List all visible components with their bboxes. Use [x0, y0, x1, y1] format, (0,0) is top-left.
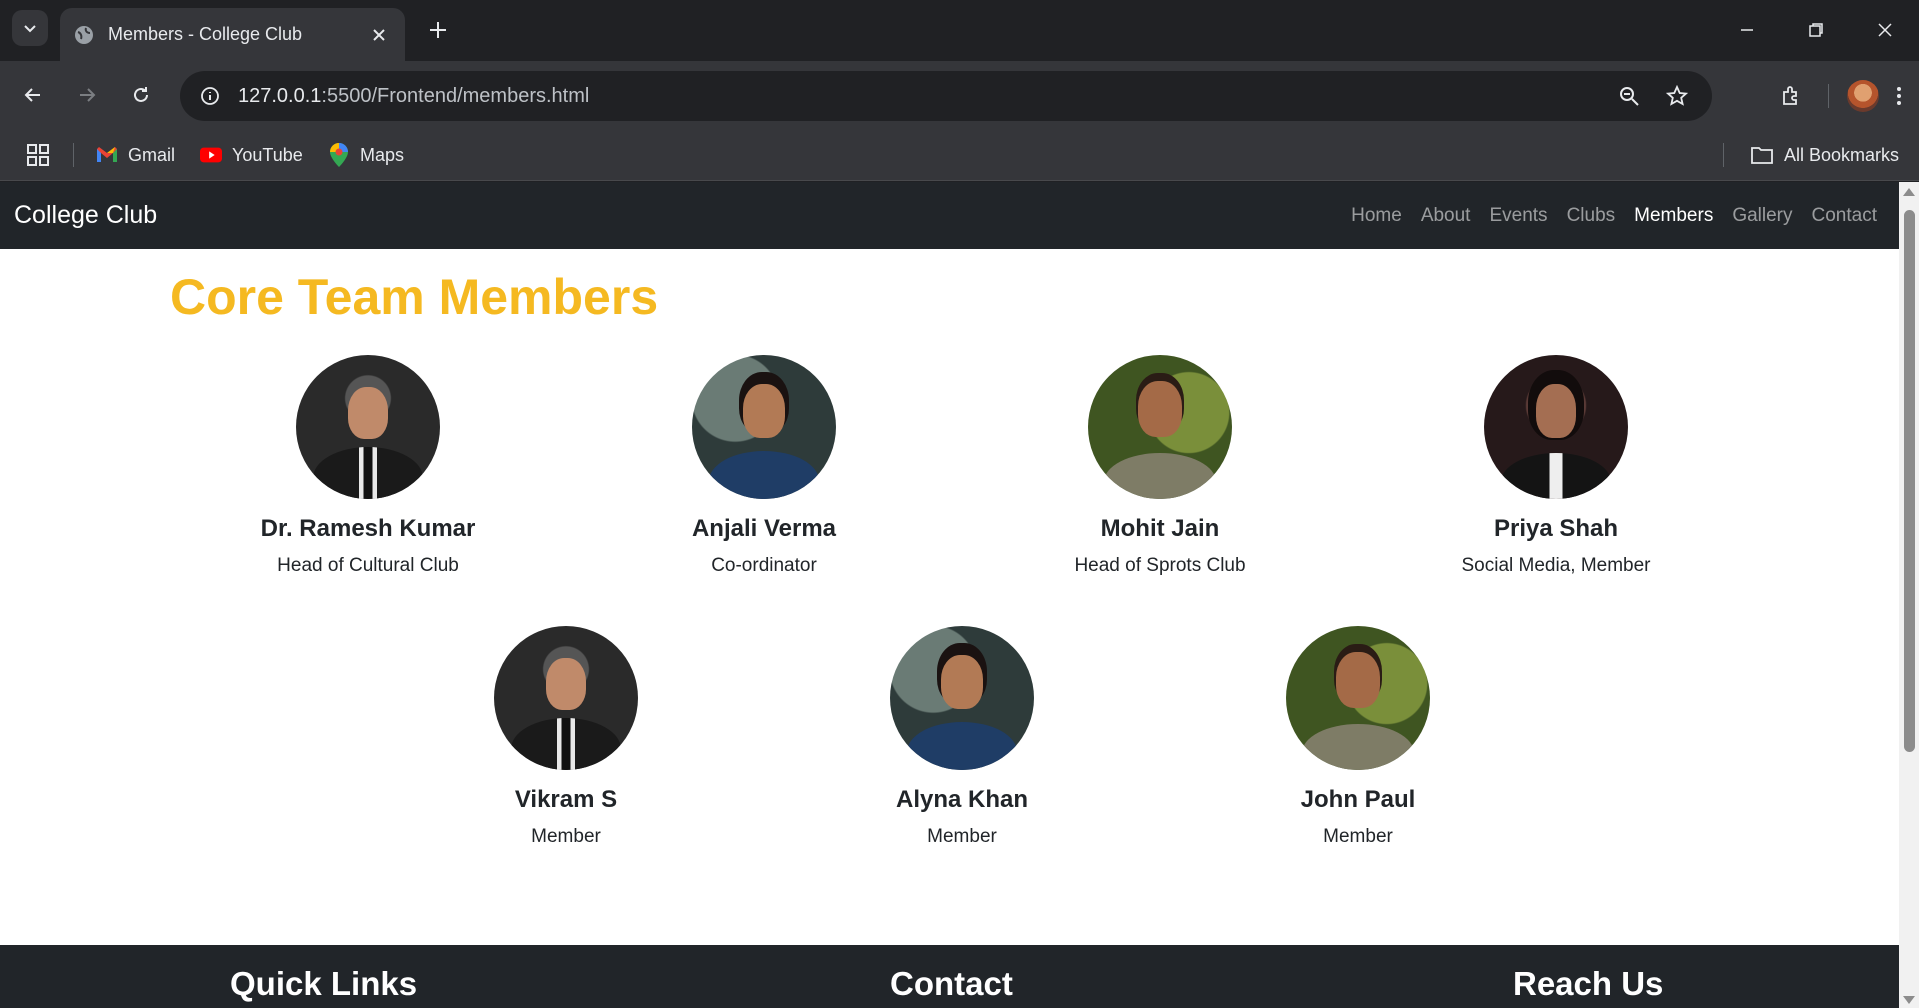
member-card: Alyna Khan Member [764, 626, 1160, 848]
member-name: Alyna Khan [895, 786, 1029, 813]
scroll-up-arrow-icon[interactable] [1903, 188, 1915, 196]
restore-icon [1808, 23, 1823, 37]
gmail-icon [96, 144, 118, 166]
browser-menu-button[interactable] [1887, 79, 1911, 113]
reload-button[interactable] [124, 78, 158, 112]
url-text[interactable]: 127.0.0.1:5500/Frontend/members.html [238, 85, 1612, 108]
nav-link-members[interactable]: Members [1634, 205, 1713, 227]
member-name: Dr. Ramesh Kumar [260, 515, 476, 542]
browser-toolbar: 127.0.0.1:5500/Frontend/members.html [0, 61, 1919, 129]
extensions-button[interactable] [1775, 79, 1809, 113]
globe-icon [75, 25, 93, 44]
member-card: Priya Shah Social Media, Member [1358, 355, 1754, 577]
member-role: Member [927, 826, 997, 847]
member-name: Anjali Verma [691, 515, 837, 542]
member-name: Vikram S [514, 786, 618, 813]
star-icon [1666, 85, 1688, 106]
youtube-icon [200, 144, 222, 166]
nav-link-home[interactable]: Home [1351, 205, 1402, 227]
member-photo [1088, 355, 1232, 499]
nav-link-events[interactable]: Events [1489, 205, 1547, 227]
member-role: Co-ordinator [711, 555, 817, 576]
bookmarks-separator [73, 143, 74, 167]
profile-avatar[interactable] [1847, 80, 1879, 112]
footer-heading-contact: Contact [890, 965, 1013, 1002]
back-button[interactable] [16, 78, 50, 112]
apps-grid-icon[interactable] [26, 143, 50, 167]
site-footer: Quick Links Contact Reach Us [0, 945, 1899, 1008]
nav-links: Home About Events Clubs Members Gallery … [1351, 182, 1877, 249]
member-photo [890, 626, 1034, 770]
reload-icon [134, 87, 148, 102]
all-bookmarks-button[interactable]: All Bookmarks [1750, 129, 1899, 181]
member-name: John Paul [1300, 786, 1416, 813]
member-role: Social Media, Member [1461, 555, 1651, 576]
browser-tab-active[interactable]: Members - College Club [60, 8, 405, 61]
member-card: Vikram S Member [368, 626, 764, 848]
minimize-button[interactable] [1712, 0, 1781, 60]
scrollbar-thumb[interactable] [1904, 210, 1915, 752]
close-window-button[interactable] [1850, 0, 1919, 60]
tab-search-button[interactable] [12, 10, 48, 46]
scroll-down-arrow-icon[interactable] [1903, 996, 1915, 1004]
bookmark-gmail[interactable]: Gmail [96, 129, 175, 181]
bookmarks-bar: Gmail YouTube Maps All Bookmarks [0, 129, 1919, 181]
back-arrow-icon [24, 88, 40, 102]
member-name: Mohit Jain [1100, 515, 1220, 542]
member-photo [296, 355, 440, 499]
address-bar[interactable]: 127.0.0.1:5500/Frontend/members.html [180, 71, 1712, 121]
footer-heading-quick-links: Quick Links [230, 965, 418, 1002]
page-viewport: College Club Home About Events Clubs Mem… [0, 182, 1919, 1008]
toolbar-separator [1828, 84, 1829, 108]
restore-button[interactable] [1781, 0, 1850, 60]
section-title: Core Team Members [170, 269, 659, 325]
plus-icon [430, 22, 446, 38]
forward-arrow-icon [80, 88, 96, 102]
close-tab-button[interactable] [367, 23, 391, 47]
member-card: John Paul Member [1160, 626, 1556, 848]
nav-link-contact[interactable]: Contact [1812, 205, 1877, 227]
zoom-icon [1620, 87, 1639, 106]
chevron-down-icon [24, 25, 36, 33]
member-role: Member [1323, 826, 1393, 847]
member-name: Priya Shah [1493, 515, 1619, 542]
close-icon [1877, 23, 1892, 37]
more-vert-icon [1897, 87, 1901, 105]
members-row-1: Dr. Ramesh Kumar Head of Cultural Club A… [170, 355, 1754, 577]
bookmark-maps[interactable]: Maps [328, 129, 404, 181]
new-tab-button[interactable] [424, 16, 452, 44]
nav-link-about[interactable]: About [1421, 205, 1471, 227]
folder-icon [1751, 147, 1773, 164]
member-role: Member [531, 826, 601, 847]
site-brand[interactable]: College Club [14, 201, 157, 230]
maps-icon [328, 143, 350, 167]
member-card: Dr. Ramesh Kumar Head of Cultural Club [170, 355, 566, 577]
bookmark-star-button[interactable] [1660, 79, 1694, 113]
browser-tabstrip: Members - College Club [0, 0, 1919, 61]
member-photo [692, 355, 836, 499]
nav-link-gallery[interactable]: Gallery [1732, 205, 1792, 227]
bookmarks-separator [1723, 143, 1724, 167]
puzzle-icon [1783, 86, 1797, 105]
close-icon [373, 28, 385, 41]
site-info-icon[interactable] [194, 80, 226, 112]
bookmark-youtube[interactable]: YouTube [200, 129, 303, 181]
zoom-button[interactable] [1612, 79, 1646, 113]
page-scrollbar[interactable] [1899, 182, 1919, 1008]
member-role: Head of Sprots Club [1074, 555, 1246, 576]
members-row-2: Vikram S Member Alyna Khan Member John P… [170, 626, 1754, 848]
member-photo [1286, 626, 1430, 770]
member-photo [1484, 355, 1628, 499]
nav-link-clubs[interactable]: Clubs [1567, 205, 1616, 227]
window-controls [1712, 0, 1919, 60]
footer-heading-reach-us: Reach Us [1513, 965, 1664, 1002]
member-photo [494, 626, 638, 770]
member-card: Anjali Verma Co-ordinator [566, 355, 962, 577]
member-role: Head of Cultural Club [277, 555, 459, 576]
tab-title: Members - College Club [108, 24, 303, 44]
site-navbar: College Club Home About Events Clubs Mem… [0, 182, 1899, 249]
minimize-icon [1740, 29, 1753, 31]
forward-button[interactable] [70, 78, 104, 112]
member-card: Mohit Jain Head of Sprots Club [962, 355, 1358, 577]
